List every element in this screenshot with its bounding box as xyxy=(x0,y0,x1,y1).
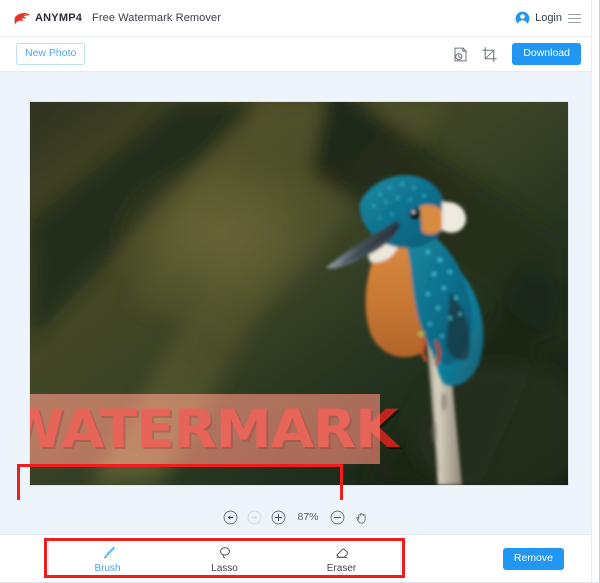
redo-arrow-icon[interactable] xyxy=(247,510,262,525)
toolbar-actions: Download xyxy=(452,43,581,65)
paintbrush-icon xyxy=(100,545,116,561)
brand-name: ANYMP4 xyxy=(35,12,83,24)
canvas-area[interactable]: WATERMARK xyxy=(0,72,592,500)
tool-lasso-label: Lasso xyxy=(211,562,238,574)
zoom-controls-bar: 87% xyxy=(0,500,592,534)
new-photo-button[interactable]: New Photo xyxy=(16,43,86,65)
editor-toolbar: New Photo Download xyxy=(0,37,592,72)
download-button[interactable]: Download xyxy=(512,43,581,65)
zoom-level-value: 87% xyxy=(297,511,319,523)
brand: ANYMP4 Free Watermark Remover xyxy=(14,12,221,25)
tool-eraser[interactable]: Eraser xyxy=(283,545,400,574)
eraser-icon xyxy=(334,545,350,561)
photo-canvas[interactable]: WATERMARK xyxy=(30,102,568,485)
user-avatar-icon[interactable] xyxy=(515,11,530,26)
lasso-icon xyxy=(217,545,233,561)
tool-brush[interactable]: Brush xyxy=(49,545,166,574)
tool-brush-label: Brush xyxy=(94,562,121,574)
history-clock-icon[interactable] xyxy=(452,46,469,63)
tool-selector: Brush Lasso Eraser xyxy=(48,540,401,578)
zoom-out-minus-icon[interactable] xyxy=(330,510,345,525)
hand-pan-icon[interactable] xyxy=(354,510,369,525)
header-right: Login xyxy=(515,11,581,26)
remove-button[interactable]: Remove xyxy=(502,548,564,570)
crop-icon[interactable] xyxy=(481,46,498,63)
login-link[interactable]: Login xyxy=(535,12,562,24)
anymp4-bird-logo-icon xyxy=(14,12,30,25)
kingfisher-photo xyxy=(30,102,568,485)
app-header: ANYMP4 Free Watermark Remover Login xyxy=(0,0,592,37)
vertical-scrollbar[interactable] xyxy=(591,0,599,582)
watermark-remover-app: ANYMP4 Free Watermark Remover Login New … xyxy=(0,0,600,583)
zoom-in-plus-icon[interactable] xyxy=(271,510,286,525)
hamburger-menu-icon[interactable] xyxy=(568,14,581,23)
tool-lasso[interactable]: Lasso xyxy=(166,545,283,574)
app-title: Free Watermark Remover xyxy=(92,12,221,24)
undo-arrow-icon[interactable] xyxy=(223,510,238,525)
tool-eraser-label: Eraser xyxy=(326,562,357,574)
tools-bar: Brush Lasso Eraser Remove xyxy=(0,534,592,582)
